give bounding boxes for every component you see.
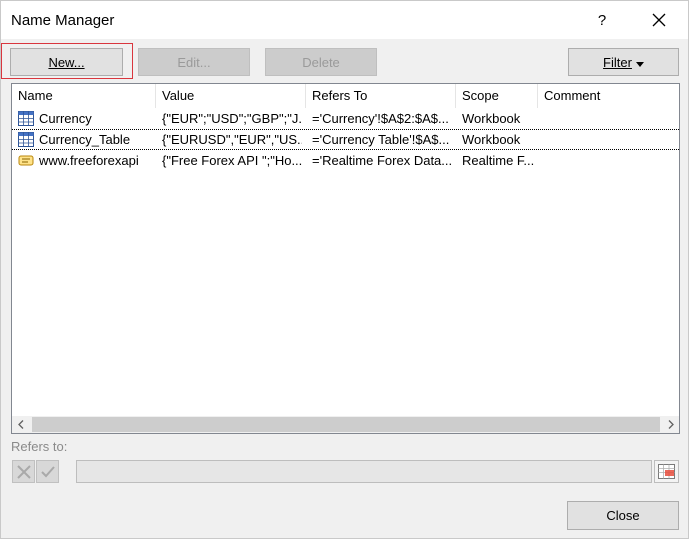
column-header-name[interactable]: Name [12,84,156,108]
row-value: {"Free Forex API ";"Ho... [162,153,302,168]
horizontal-scrollbar[interactable] [12,416,679,433]
new-button-label: New... [48,54,85,70]
refers-to-input[interactable] [76,460,652,483]
row-refers-to: ='Realtime Forex Data... [312,153,453,168]
close-icon[interactable] [641,5,677,35]
edit-button[interactable]: Edit... [138,48,250,76]
title-bar: Name Manager ? [1,1,688,39]
edit-button-label: Edit... [177,54,211,70]
row-comment [544,130,674,150]
dialog-title: Name Manager [11,12,115,29]
column-header-refers-to[interactable]: Refers To [306,84,456,108]
row-name: Currency_Table [39,132,131,147]
scroll-left-icon[interactable] [12,416,29,433]
scrollbar-thumb[interactable] [32,417,660,432]
table-row[interactable]: Currency_Table {"EURUSD","EUR","US... ='… [12,129,679,150]
close-button-label: Close [606,508,640,523]
column-header-value[interactable]: Value [156,84,306,108]
table-icon [18,111,34,126]
column-header-scope[interactable]: Scope [456,84,538,108]
help-button[interactable]: ? [585,5,619,35]
query-table-icon [18,153,34,168]
name-manager-dialog: Name Manager ? New... Edit... Delete Fil… [0,0,689,539]
row-value: {"EURUSD","EUR","US... [162,132,302,147]
delete-button-label: Delete [302,54,340,70]
table-row[interactable]: Currency {"EUR";"USD";"GBP";"J... ='Curr… [12,109,679,129]
row-name: www.freeforexapi [39,153,139,168]
row-comment [544,151,674,171]
row-scope: Workbook [462,111,521,126]
row-value: {"EUR";"USD";"GBP";"J... [162,111,302,126]
delete-button[interactable]: Delete [265,48,377,76]
row-name: Currency [39,111,92,126]
filter-button[interactable]: Filter [568,48,679,76]
close-button[interactable]: Close [567,501,679,530]
row-refers-to: ='Currency Table'!$A$... [312,132,450,147]
row-scope: Realtime F... [462,153,535,168]
row-refers-to: ='Currency'!$A$2:$A$... [312,111,449,126]
collapse-dialog-icon[interactable] [654,460,679,483]
filter-button-label: Filter [603,54,632,70]
new-button[interactable]: New... [10,48,123,76]
confirm-edit-icon[interactable] [36,460,59,483]
refers-to-label: Refers to: [11,439,68,454]
dropdown-arrow-icon [635,55,644,70]
names-list[interactable]: Name Value Refers To Scope Comment Curre… [11,83,680,434]
row-comment [544,109,674,129]
cancel-edit-icon[interactable] [12,460,35,483]
table-icon [18,132,34,147]
list-header: Name Value Refers To Scope Comment [12,84,679,108]
row-scope: Workbook [462,132,521,147]
table-row[interactable]: www.freeforexapi {"Free Forex API ";"Ho.… [12,151,679,171]
scroll-right-icon[interactable] [662,416,679,433]
column-header-comment[interactable]: Comment [538,84,679,108]
